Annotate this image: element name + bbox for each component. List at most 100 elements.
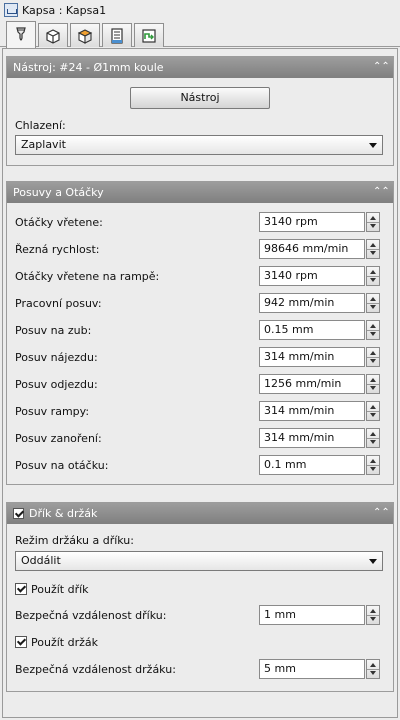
- feed-row-label: Posuv rampy:: [15, 405, 90, 418]
- spin-up-icon[interactable]: [370, 459, 376, 463]
- shank-clearance-spinner[interactable]: [366, 605, 380, 625]
- feed-row-spinner[interactable]: [366, 347, 380, 367]
- holder-clearance-row: Bezpečná vzdálenost držáku: 5 mm: [7, 659, 393, 679]
- holder-clearance-label: Bezpečná vzdálenost držáku:: [15, 663, 176, 676]
- spin-up-icon[interactable]: [370, 663, 376, 667]
- feed-row-input[interactable]: 0.1 mm: [259, 455, 365, 475]
- tab-bar: [0, 20, 400, 48]
- spin-down-icon[interactable]: [370, 224, 376, 228]
- holder-clearance-spinner[interactable]: [366, 659, 380, 679]
- feed-row: Posuv na zub: 0.15 mm: [7, 320, 393, 340]
- coolant-value: Zaplavit: [21, 138, 66, 151]
- feed-row: Posuv rampy: 314 mm/min: [7, 401, 393, 421]
- use-shank-label: Použít dřík: [31, 583, 89, 596]
- coolant-select[interactable]: Zaplavit: [15, 135, 383, 155]
- holder-mode-select[interactable]: Oddálit: [15, 551, 383, 571]
- feed-row-label: Posuv na zub:: [15, 324, 92, 337]
- feed-row: Posuv na otáčku: 0.1 mm: [7, 455, 393, 475]
- feed-row-spinner[interactable]: [366, 293, 380, 313]
- shank-holder-section: Dřík & držák ⌃⌃ Režim držáku a dříku: Od…: [6, 502, 394, 692]
- spin-up-icon[interactable]: [370, 432, 376, 436]
- tab-linking[interactable]: [134, 23, 164, 47]
- tool-section: Nástroj: #24 - Ø1mm koule ⌃⌃ Nástroj Chl…: [6, 56, 394, 166]
- linking-icon: [142, 28, 156, 43]
- holder-mode-label: Režim držáku a dříku:: [15, 534, 134, 547]
- shank-clearance-input[interactable]: 1 mm: [259, 605, 365, 625]
- feed-row-spinner[interactable]: [366, 428, 380, 448]
- feed-row-label: Posuv na otáčku:: [15, 459, 109, 472]
- spin-up-icon[interactable]: [370, 351, 376, 355]
- passes-icon: [111, 27, 123, 44]
- feeds-section-title: Posuvy a Otáčky: [13, 186, 104, 199]
- spin-up-icon[interactable]: [370, 609, 376, 613]
- shank-section-header[interactable]: Dřík & držák ⌃⌃: [7, 503, 393, 524]
- spin-up-icon[interactable]: [370, 405, 376, 409]
- feed-row-input[interactable]: 3140 rpm: [259, 266, 365, 286]
- feed-row-spinner[interactable]: [366, 266, 380, 286]
- spin-down-icon[interactable]: [370, 440, 376, 444]
- spin-down-icon[interactable]: [370, 617, 376, 621]
- spin-down-icon[interactable]: [370, 467, 376, 471]
- collapse-icon[interactable]: ⌃⌃: [373, 506, 390, 520]
- spin-up-icon[interactable]: [370, 324, 376, 328]
- spin-up-icon[interactable]: [370, 378, 376, 382]
- tab-geometry[interactable]: [38, 23, 68, 47]
- tool-section-title: Nástroj: #24 - Ø1mm koule: [13, 61, 164, 74]
- holder-mode-value: Oddálit: [21, 554, 61, 567]
- tab-passes[interactable]: [102, 23, 132, 47]
- spin-down-icon[interactable]: [370, 278, 376, 282]
- feed-row: Posuv nájezdu: 314 mm/min: [7, 347, 393, 367]
- shank-section-enable-checkbox[interactable]: [13, 508, 24, 519]
- use-shank-checkbox[interactable]: [15, 583, 27, 595]
- spin-up-icon[interactable]: [370, 297, 376, 301]
- tool-select-button[interactable]: Nástroj: [130, 87, 270, 109]
- collapse-icon[interactable]: ⌃⌃: [373, 60, 390, 74]
- feed-row-input[interactable]: 1256 mm/min: [259, 374, 365, 394]
- window-title: Kapsa : Kapsa1: [22, 3, 107, 17]
- feed-row-spinner[interactable]: [366, 374, 380, 394]
- feed-row-input[interactable]: 314 mm/min: [259, 347, 365, 367]
- coolant-label: Chlazení:: [15, 119, 66, 132]
- spin-down-icon[interactable]: [370, 359, 376, 363]
- cube-outline-icon: [46, 28, 60, 44]
- spin-down-icon[interactable]: [370, 251, 376, 255]
- spin-down-icon[interactable]: [370, 671, 376, 675]
- chevron-down-icon: [369, 559, 377, 564]
- shank-section-title: Dřík & držák: [29, 507, 98, 520]
- feed-row-spinner[interactable]: [366, 401, 380, 421]
- feed-row-spinner[interactable]: [366, 239, 380, 259]
- tool-section-header[interactable]: Nástroj: #24 - Ø1mm koule ⌃⌃: [7, 57, 393, 78]
- feed-row-spinner[interactable]: [366, 455, 380, 475]
- feed-row-label: Posuv nájezdu:: [15, 351, 98, 364]
- feed-row-input[interactable]: 3140 rpm: [259, 212, 365, 232]
- feeds-section-header[interactable]: Posuvy a Otáčky ⌃⌃: [7, 182, 393, 203]
- spin-up-icon[interactable]: [370, 216, 376, 220]
- spin-down-icon[interactable]: [370, 386, 376, 390]
- spin-up-icon[interactable]: [370, 270, 376, 274]
- feed-row-input[interactable]: 314 mm/min: [259, 401, 365, 421]
- collapse-icon[interactable]: ⌃⌃: [373, 185, 390, 199]
- tool-holder-icon: [16, 27, 26, 41]
- feed-row-input[interactable]: 314 mm/min: [259, 428, 365, 448]
- feed-row: Otáčky vřetene: 3140 rpm: [7, 212, 393, 232]
- tab-heights[interactable]: [70, 23, 100, 47]
- spin-down-icon[interactable]: [370, 305, 376, 309]
- pocket-app-icon: [4, 3, 18, 17]
- feed-row-label: Řezná rychlost:: [15, 243, 100, 256]
- feed-row-spinner[interactable]: [366, 320, 380, 340]
- feed-row-spinner[interactable]: [366, 212, 380, 232]
- feed-row-label: Posuv odjezdu:: [15, 378, 98, 391]
- spin-down-icon[interactable]: [370, 413, 376, 417]
- chevron-down-icon: [369, 143, 377, 148]
- feed-row: Řezná rychlost: 98646 mm/min: [7, 239, 393, 259]
- window-titlebar: Kapsa : Kapsa1: [0, 0, 400, 20]
- holder-clearance-input[interactable]: 5 mm: [259, 659, 365, 679]
- tab-tool[interactable]: [6, 21, 36, 48]
- feed-row-input[interactable]: 98646 mm/min: [259, 239, 365, 259]
- spin-up-icon[interactable]: [370, 243, 376, 247]
- feed-row: Posuv zanoření: 314 mm/min: [7, 428, 393, 448]
- use-holder-checkbox[interactable]: [15, 636, 27, 648]
- feed-row-input[interactable]: 0.15 mm: [259, 320, 365, 340]
- feed-row-input[interactable]: 942 mm/min: [259, 293, 365, 313]
- spin-down-icon[interactable]: [370, 332, 376, 336]
